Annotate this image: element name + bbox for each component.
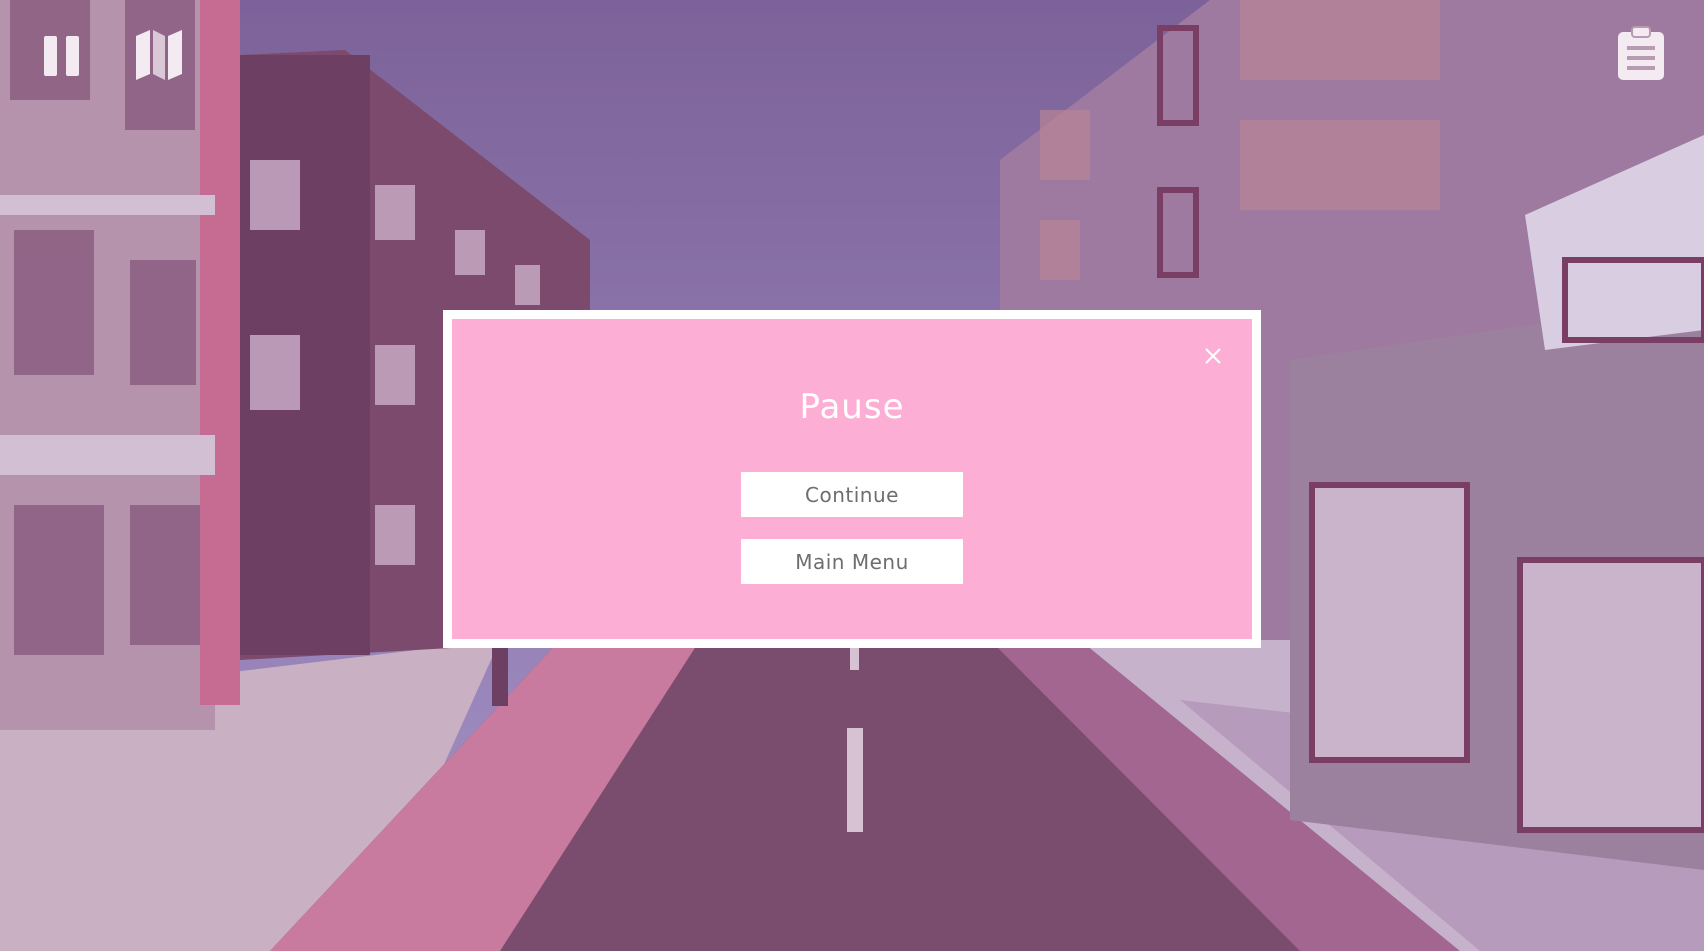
tasks-button[interactable] — [1614, 24, 1668, 82]
map-button[interactable] — [130, 26, 188, 82]
pause-button[interactable] — [38, 30, 86, 82]
close-icon — [1205, 348, 1221, 364]
dialog-title: Pause — [799, 387, 905, 427]
main-menu-button[interactable]: Main Menu — [741, 539, 963, 584]
clipboard-icon — [1618, 26, 1664, 80]
map-icon — [136, 30, 182, 80]
pause-dialog-panel: Pause Continue Main Menu — [452, 319, 1252, 639]
pause-dialog: Pause Continue Main Menu — [443, 310, 1261, 648]
close-button[interactable] — [1198, 341, 1228, 371]
continue-button[interactable]: Continue — [741, 472, 963, 517]
pause-icon — [44, 36, 79, 76]
